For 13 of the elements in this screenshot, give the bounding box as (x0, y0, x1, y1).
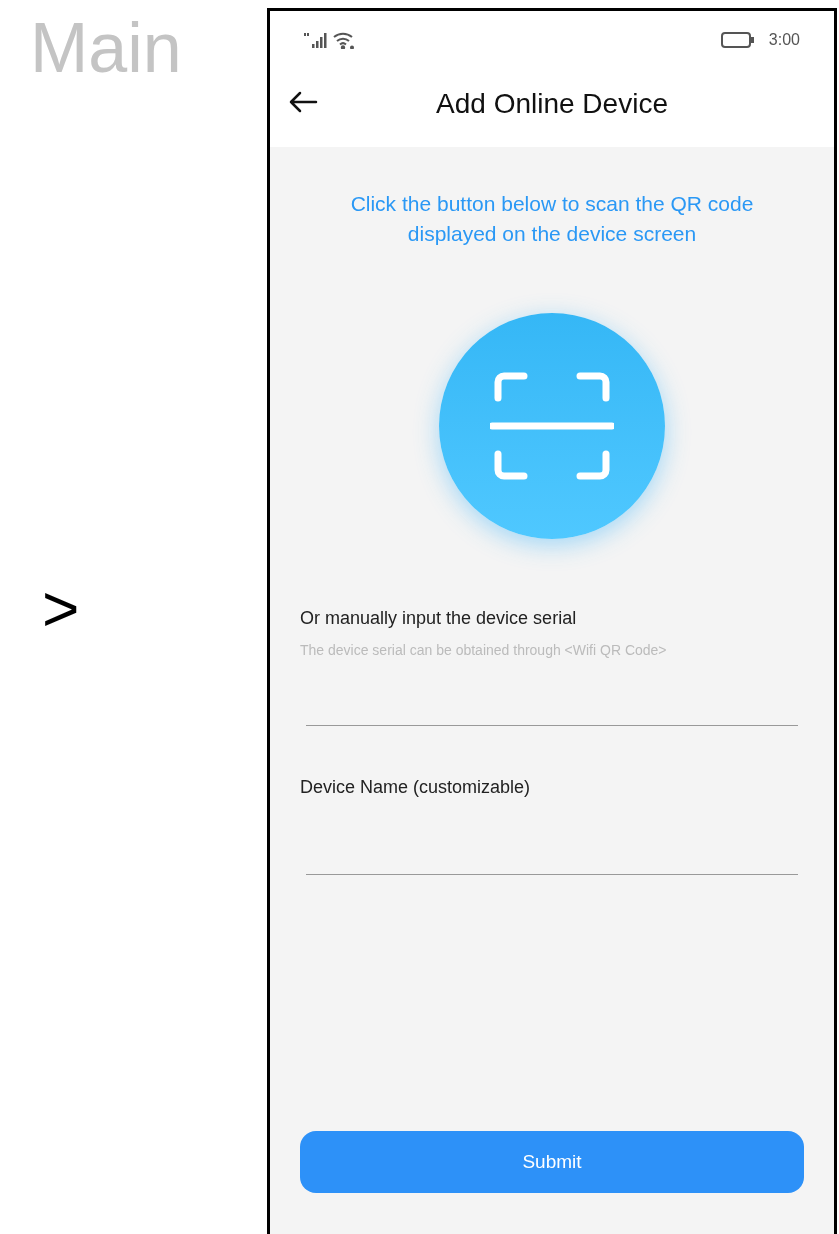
device-name-label: Device Name (customizable) (300, 776, 532, 799)
wifi-icon (333, 31, 355, 49)
next-arrow: > (42, 574, 81, 644)
serial-label: Or manually input the device serial (300, 607, 578, 630)
page-title: Add Online Device (436, 87, 668, 121)
battery-icon (720, 31, 755, 49)
serial-hint: The device serial can be obtained through <Wifi QR Code> (300, 641, 668, 660)
status-time: 3:00 (768, 30, 800, 50)
submit-button[interactable]: Submit (300, 1131, 804, 1193)
back-icon (288, 91, 318, 113)
signal-icon (304, 32, 330, 48)
page-label: Main (30, 8, 183, 88)
scan-hint: Click the button below to scan the QR code displayed on the device screen (349, 191, 755, 247)
